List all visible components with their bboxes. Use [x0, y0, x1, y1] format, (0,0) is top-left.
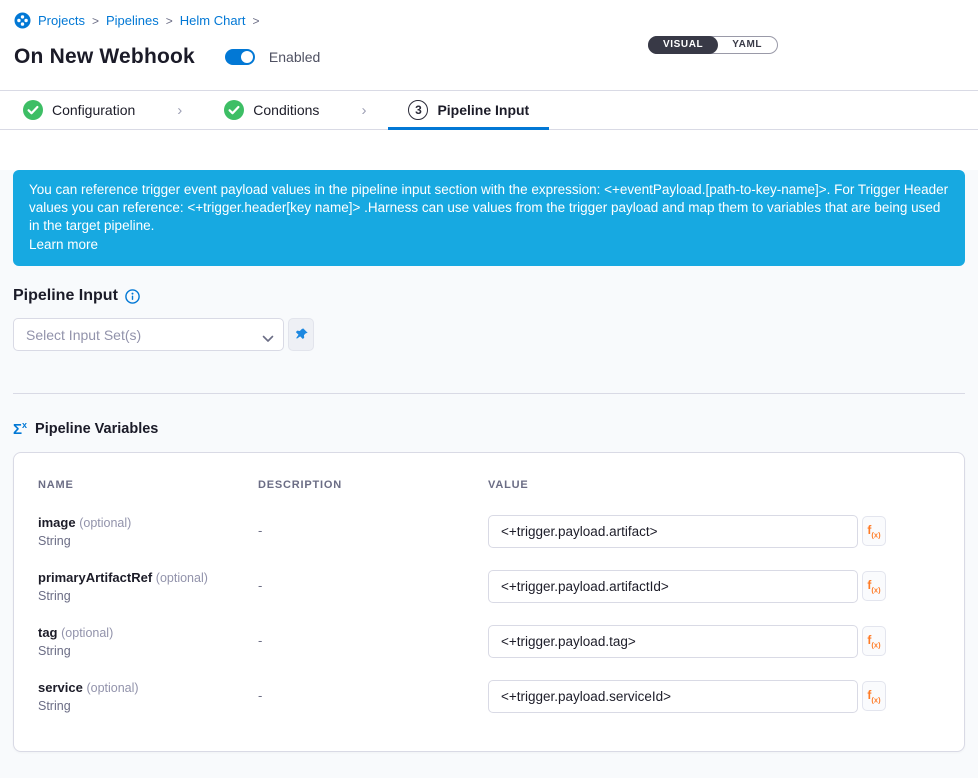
variable-name-cell: tag (optional) String: [38, 625, 258, 680]
info-banner-text: You can reference trigger event payload …: [29, 182, 948, 233]
wizard-tabbar: Configuration › Conditions › 3 Pipeline …: [0, 90, 978, 130]
variable-value-input[interactable]: [488, 515, 858, 548]
variable-description-cell: -: [258, 570, 488, 625]
breadcrumb: Projects > Pipelines > Helm Chart >: [14, 12, 964, 29]
tab-label: Pipeline Input: [437, 102, 529, 118]
pipeline-variables-card: NAME DESCRIPTION VALUE image (optional) …: [13, 452, 965, 752]
expression-fx-button[interactable]: f(x): [862, 681, 886, 711]
step-number-icon: 3: [408, 100, 428, 120]
tab-configuration[interactable]: Configuration: [23, 91, 155, 129]
tab-label: Conditions: [253, 102, 319, 118]
variable-value-cell: f(x): [488, 570, 940, 625]
variable-description-cell: -: [258, 625, 488, 680]
pushpin-icon: [294, 327, 309, 342]
breadcrumb-separator: >: [253, 14, 260, 28]
variable-type: String: [38, 534, 248, 548]
breadcrumb-link-projects[interactable]: Projects: [38, 13, 85, 28]
variable-value-cell: f(x): [488, 515, 940, 570]
variable-description-cell: -: [258, 680, 488, 735]
variable-name-cell: primaryArtifactRef (optional) String: [38, 570, 258, 625]
learn-more-link[interactable]: Learn more: [29, 236, 98, 254]
input-set-select: [13, 318, 284, 351]
breadcrumb-separator: >: [166, 14, 173, 28]
view-mode-switch: VISUAL YAML: [648, 36, 778, 54]
variables-table: NAME DESCRIPTION VALUE image (optional) …: [38, 479, 940, 735]
column-header-value: VALUE: [488, 479, 940, 515]
expression-fx-button[interactable]: f(x): [862, 516, 886, 546]
yaml-mode-button[interactable]: YAML: [717, 37, 777, 53]
variable-description-cell: -: [258, 515, 488, 570]
expression-fx-button[interactable]: f(x): [862, 571, 886, 601]
breadcrumb-link-pipelines[interactable]: Pipelines: [106, 13, 159, 28]
info-icon[interactable]: [125, 289, 140, 304]
check-circle-icon: [23, 100, 43, 120]
tab-label: Configuration: [52, 102, 135, 118]
chevron-right-icon: ›: [155, 91, 204, 129]
variable-value-cell: f(x): [488, 625, 940, 680]
variable-value-input[interactable]: [488, 570, 858, 603]
input-set-select-field[interactable]: [13, 318, 284, 351]
column-header-name: NAME: [38, 479, 258, 515]
page-title: On New Webhook: [14, 45, 195, 69]
info-banner: You can reference trigger event payload …: [13, 170, 965, 266]
check-circle-icon: [224, 100, 244, 120]
pipeline-input-heading: Pipeline Input: [13, 287, 118, 305]
toggle-knob: [241, 51, 253, 63]
visual-mode-button[interactable]: VISUAL: [648, 36, 718, 54]
tab-conditions[interactable]: Conditions: [204, 91, 339, 129]
variable-name-cell: image (optional) String: [38, 515, 258, 570]
harness-project-icon: [14, 12, 31, 29]
pipeline-variables-heading: Pipeline Variables: [35, 421, 158, 437]
expression-fx-button[interactable]: f(x): [862, 626, 886, 656]
section-divider: [13, 393, 965, 394]
variable-value-input[interactable]: [488, 680, 858, 713]
variable-value-cell: f(x): [488, 680, 940, 735]
page-header: Projects > Pipelines > Helm Chart > On N…: [0, 0, 978, 90]
variable-name-cell: service (optional) String: [38, 680, 258, 735]
pipeline-variables-icon: Σx: [13, 421, 27, 437]
main-content: You can reference trigger event payload …: [0, 170, 978, 778]
enabled-toggle[interactable]: [225, 49, 255, 65]
column-header-description: DESCRIPTION: [258, 479, 488, 515]
enabled-toggle-label: Enabled: [269, 49, 320, 65]
variable-value-input[interactable]: [488, 625, 858, 658]
variable-type: String: [38, 589, 248, 603]
variable-type: String: [38, 644, 248, 658]
tab-pipeline-input[interactable]: 3 Pipeline Input: [388, 91, 549, 129]
variable-type: String: [38, 699, 248, 713]
pin-input-set-button[interactable]: [288, 318, 314, 351]
chevron-right-icon: ›: [339, 91, 388, 129]
breadcrumb-link-helm-chart[interactable]: Helm Chart: [180, 13, 246, 28]
breadcrumb-separator: >: [92, 14, 99, 28]
